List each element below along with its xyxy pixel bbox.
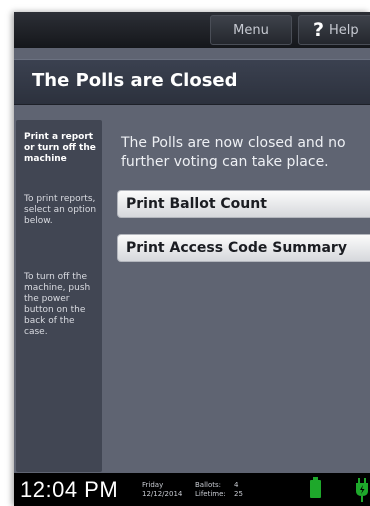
page-title: The Polls are Closed (32, 70, 238, 91)
lifetime-count: 25 (234, 490, 243, 498)
instructions-sidebar: Print a report or turn off the machine T… (16, 120, 102, 472)
title-bar: The Polls are Closed (14, 59, 370, 105)
clock: 12:04 PM (20, 477, 119, 502)
sidebar-print-instructions: To print reports, select an option below… (24, 194, 97, 226)
polls-closed-message: The Polls are now closed and no further … (121, 135, 346, 170)
help-label: Help (329, 22, 359, 38)
top-bar: Menu ? Help (14, 12, 370, 48)
print-ballot-count-label: Print Ballot Count (126, 196, 267, 212)
print-access-code-summary-label: Print Access Code Summary (126, 240, 347, 256)
sidebar-heading: Print a report or turn off the machine (24, 132, 96, 164)
menu-label: Menu (233, 22, 269, 38)
print-access-code-summary-button[interactable]: Print Access Code Summary (117, 234, 370, 262)
sidebar-power-instructions: To turn off the machine, push the power … (24, 272, 91, 337)
lifetime-label: Lifetime: (195, 490, 226, 498)
ballots-count: 4 (234, 481, 239, 489)
ballots-label: Ballots: (195, 481, 222, 489)
help-button[interactable]: ? Help (298, 15, 370, 45)
voting-machine-screen: Menu ? Help The Polls are Closed Print a… (14, 12, 370, 506)
print-ballot-count-button[interactable]: Print Ballot Count (117, 190, 370, 218)
menu-button[interactable]: Menu (210, 15, 292, 45)
help-icon: ? (313, 19, 325, 41)
day-label: Friday (142, 481, 164, 489)
power-plug-icon (356, 478, 368, 502)
battery-icon (310, 477, 321, 498)
date-label: 12/12/2014 (142, 490, 183, 498)
status-bar: 12:04 PM Friday 12/12/2014 Ballots: 4 Li… (14, 473, 370, 506)
